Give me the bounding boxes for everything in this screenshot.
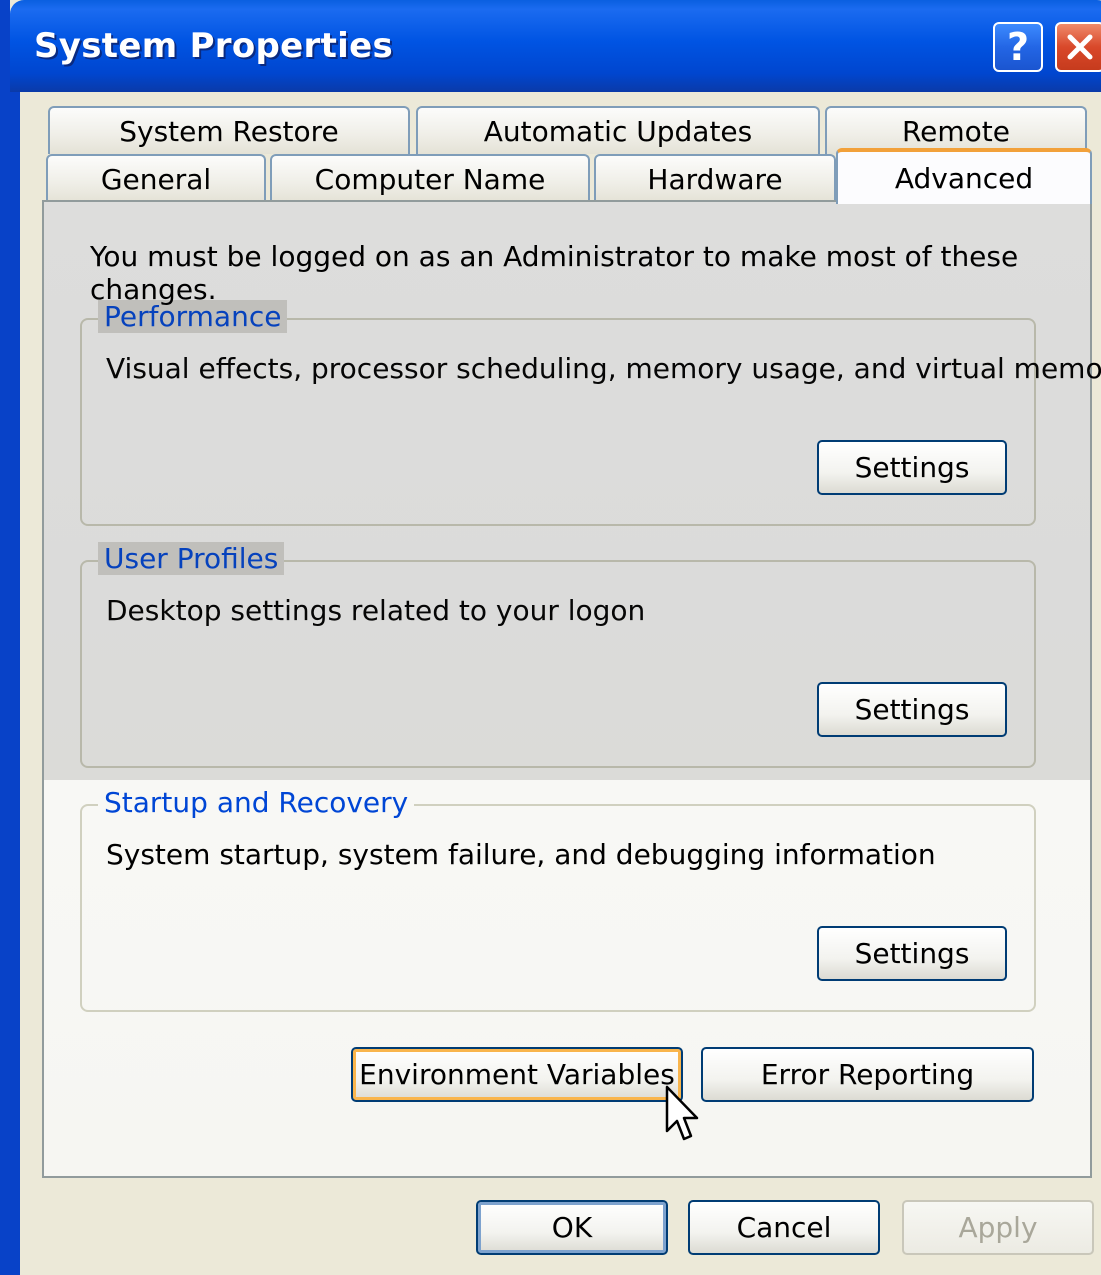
tab-label: System Restore bbox=[119, 114, 339, 148]
performance-settings-button[interactable]: Settings bbox=[817, 440, 1007, 495]
startup-recovery-settings-button[interactable]: Settings bbox=[817, 926, 1007, 981]
cancel-button[interactable]: Cancel bbox=[688, 1200, 880, 1255]
tab-computer-name[interactable]: Computer Name bbox=[270, 154, 590, 202]
close-button[interactable] bbox=[1055, 22, 1101, 72]
tab-hardware[interactable]: Hardware bbox=[594, 154, 836, 202]
help-icon: ? bbox=[1006, 25, 1030, 69]
user-profiles-description: Desktop settings related to your logon bbox=[106, 594, 646, 627]
tab-label: General bbox=[100, 162, 212, 196]
help-button[interactable]: ? bbox=[993, 22, 1043, 72]
ok-button[interactable]: OK bbox=[476, 1200, 668, 1255]
user-profiles-settings-button[interactable]: Settings bbox=[817, 682, 1007, 737]
system-properties-window: System Properties ? System Restore Autom… bbox=[0, 0, 1101, 1275]
performance-description: Visual effects, processor scheduling, me… bbox=[106, 352, 1101, 385]
close-icon bbox=[1067, 34, 1093, 60]
error-reporting-button[interactable]: Error Reporting bbox=[701, 1047, 1034, 1102]
tab-label: Automatic Updates bbox=[483, 114, 753, 148]
tab-label: Computer Name bbox=[314, 162, 546, 196]
startup-recovery-description: System startup, system failure, and debu… bbox=[106, 838, 936, 871]
tab-label: Remote bbox=[901, 114, 1011, 148]
tab-label: Hardware bbox=[647, 162, 783, 196]
admin-note: You must be logged on as an Administrato… bbox=[90, 240, 1019, 306]
apply-button[interactable]: Apply bbox=[902, 1200, 1094, 1255]
window-title: System Properties bbox=[34, 26, 393, 66]
tab-automatic-updates[interactable]: Automatic Updates bbox=[416, 106, 820, 154]
tab-advanced[interactable]: Advanced bbox=[836, 148, 1092, 204]
user-profiles-group-title: User Profiles bbox=[98, 542, 285, 575]
environment-variables-button[interactable]: Environment Variables bbox=[351, 1047, 683, 1102]
window-frame bbox=[10, 92, 20, 1275]
tab-remote[interactable]: Remote bbox=[825, 106, 1087, 154]
tab-general[interactable]: General bbox=[46, 154, 266, 202]
tab-system-restore[interactable]: System Restore bbox=[48, 106, 410, 154]
title-bar[interactable]: System Properties ? bbox=[10, 0, 1101, 92]
mouse-cursor-icon bbox=[665, 1085, 699, 1141]
startup-recovery-group-title: Startup and Recovery bbox=[98, 786, 415, 819]
tab-label: Advanced bbox=[894, 161, 1034, 195]
